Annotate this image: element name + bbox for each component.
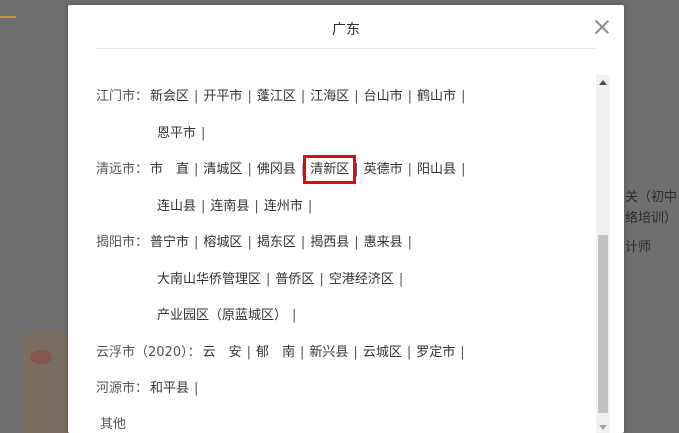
city-link[interactable]: 新兴县 bbox=[309, 345, 348, 360]
scroll-up-arrow-icon[interactable] bbox=[599, 80, 607, 85]
separator: | bbox=[300, 235, 306, 250]
city-link[interactable]: 榕城区 bbox=[203, 235, 242, 250]
region-select-dialog: 广东 江门市： 新会区 | 开平市 | 蓬江区 | 江海区 | 台山市 | 鹤山市 | 恩平市 | 清远市：市… bbox=[68, 5, 624, 433]
separator: | bbox=[194, 162, 199, 177]
city-link[interactable]: 普侨区 bbox=[275, 272, 314, 287]
city-link[interactable]: 连南县 bbox=[210, 199, 249, 214]
city-link[interactable]: 揭东区 bbox=[257, 235, 296, 250]
separator: | bbox=[194, 89, 199, 104]
city-link[interactable]: 佛冈县 bbox=[257, 162, 296, 177]
city-link[interactable]: 台山市 bbox=[364, 89, 403, 104]
city-link[interactable]: 开平市 bbox=[203, 89, 242, 104]
separator: | bbox=[406, 345, 412, 360]
separator: | bbox=[354, 235, 359, 250]
separator: | bbox=[353, 345, 358, 360]
city-link[interactable]: 云城区 bbox=[363, 345, 402, 360]
separator: | bbox=[319, 272, 324, 287]
region-row: 其他 bbox=[96, 413, 126, 432]
city-link[interactable]: 郁 南 bbox=[256, 345, 295, 360]
region-row: 产业园区（原蓝城区） | bbox=[157, 304, 301, 323]
region-list: 江门市： 新会区 | 开平市 | 蓬江区 | 江海区 | 台山市 | 鹤山市 | 恩平市 | 清远市：市 直 |… bbox=[68, 49, 596, 433]
background-text: 计师 bbox=[625, 240, 652, 255]
separator: | bbox=[461, 89, 466, 104]
separator: | bbox=[407, 235, 413, 250]
region-row: 揭阳市： 普宁市 | 榕城区 | 揭东区 | 揭西县 | 惠来县 | bbox=[96, 231, 417, 250]
separator: | bbox=[461, 162, 466, 177]
separator: | bbox=[354, 89, 359, 104]
separator: | bbox=[266, 272, 271, 287]
separator: | bbox=[300, 345, 305, 360]
city-link[interactable]: 市 直 bbox=[150, 162, 189, 177]
city-link[interactable]: 英德市 bbox=[364, 162, 403, 177]
city-link[interactable]: 新会区 bbox=[150, 89, 189, 104]
city-link[interactable]: 大南山华侨管理区 bbox=[157, 272, 261, 287]
separator: | bbox=[460, 345, 465, 360]
separator: | bbox=[194, 235, 199, 250]
background-map-thumbnail bbox=[24, 332, 68, 433]
city-link[interactable]: 普宁市 bbox=[150, 235, 189, 250]
city-link[interactable]: 阳山县 bbox=[417, 162, 456, 177]
separator: | bbox=[407, 162, 413, 177]
city-link[interactable]: 蓬江区 bbox=[257, 89, 296, 104]
separator: | bbox=[194, 381, 199, 396]
city-link[interactable]: 罗定市 bbox=[416, 345, 455, 360]
separator: | bbox=[247, 235, 252, 250]
city-link[interactable]: 连山县 bbox=[157, 199, 196, 214]
region-row: 恩平市 | bbox=[157, 122, 210, 141]
region-row: 清远市：市 直 | 清城区 | 佛冈县 | 清新区 | 英德市 | 阳山县 | bbox=[96, 155, 470, 184]
city-link[interactable]: 连州市 bbox=[264, 199, 303, 214]
region-label: 云浮市（2020）： bbox=[96, 345, 201, 360]
separator: | bbox=[254, 199, 259, 214]
city-link[interactable]: 和平县 bbox=[150, 381, 189, 396]
region-label: 江门市： bbox=[96, 89, 149, 104]
separator: | bbox=[307, 199, 313, 214]
region-label[interactable]: 其他 bbox=[100, 413, 126, 432]
separator: | bbox=[201, 199, 206, 214]
city-link[interactable]: 恩平市 bbox=[157, 126, 196, 141]
separator: | bbox=[292, 308, 297, 323]
region-row: 河源市： 和平县 | bbox=[96, 377, 203, 396]
city-link-highlighted[interactable]: 清新区 bbox=[303, 155, 357, 184]
close-icon[interactable] bbox=[590, 15, 614, 39]
separator: | bbox=[246, 345, 251, 360]
city-link[interactable]: 揭西县 bbox=[310, 235, 349, 250]
city-link[interactable]: 云 安 bbox=[203, 345, 242, 360]
city-link[interactable]: 清城区 bbox=[203, 162, 242, 177]
separator: | bbox=[300, 162, 306, 177]
city-link[interactable]: 鹤山市 bbox=[417, 89, 456, 104]
background-text: 络培训） bbox=[625, 211, 678, 226]
separator: | bbox=[398, 272, 404, 287]
scroll-down-arrow-icon[interactable] bbox=[599, 425, 607, 430]
background-text: 关（初中 bbox=[625, 190, 678, 205]
separator: | bbox=[247, 162, 252, 177]
region-row: 云浮市（2020）：云 安 | 郁 南 | 新兴县 | 云城区 | 罗定市 | bbox=[96, 341, 470, 360]
separator: | bbox=[354, 162, 359, 177]
region-row: 连山县 | 连南县 | 连州市 | bbox=[157, 195, 317, 214]
separator: | bbox=[247, 89, 252, 104]
region-label: 揭阳市： bbox=[96, 235, 149, 250]
city-link[interactable]: 江海区 bbox=[310, 89, 349, 104]
dialog-title: 广东 bbox=[332, 22, 360, 38]
separator: | bbox=[407, 89, 413, 104]
city-link[interactable]: 空港经济区 bbox=[329, 272, 394, 287]
region-row: 大南山华侨管理区 | 普侨区 | 空港经济区 | bbox=[157, 268, 408, 287]
region-label: 清远市： bbox=[96, 162, 149, 177]
region-row: 江门市： 新会区 | 开平市 | 蓬江区 | 江海区 | 台山市 | 鹤山市 | bbox=[96, 85, 470, 104]
scrollbar[interactable] bbox=[596, 75, 610, 433]
background-accent-line bbox=[0, 16, 16, 18]
region-label: 河源市： bbox=[96, 381, 149, 396]
city-link[interactable]: 产业园区（原蓝城区） bbox=[157, 308, 287, 323]
separator: | bbox=[201, 126, 206, 141]
separator: | bbox=[300, 89, 306, 104]
scroll-thumb[interactable] bbox=[598, 235, 608, 413]
city-link[interactable]: 惠来县 bbox=[364, 235, 403, 250]
